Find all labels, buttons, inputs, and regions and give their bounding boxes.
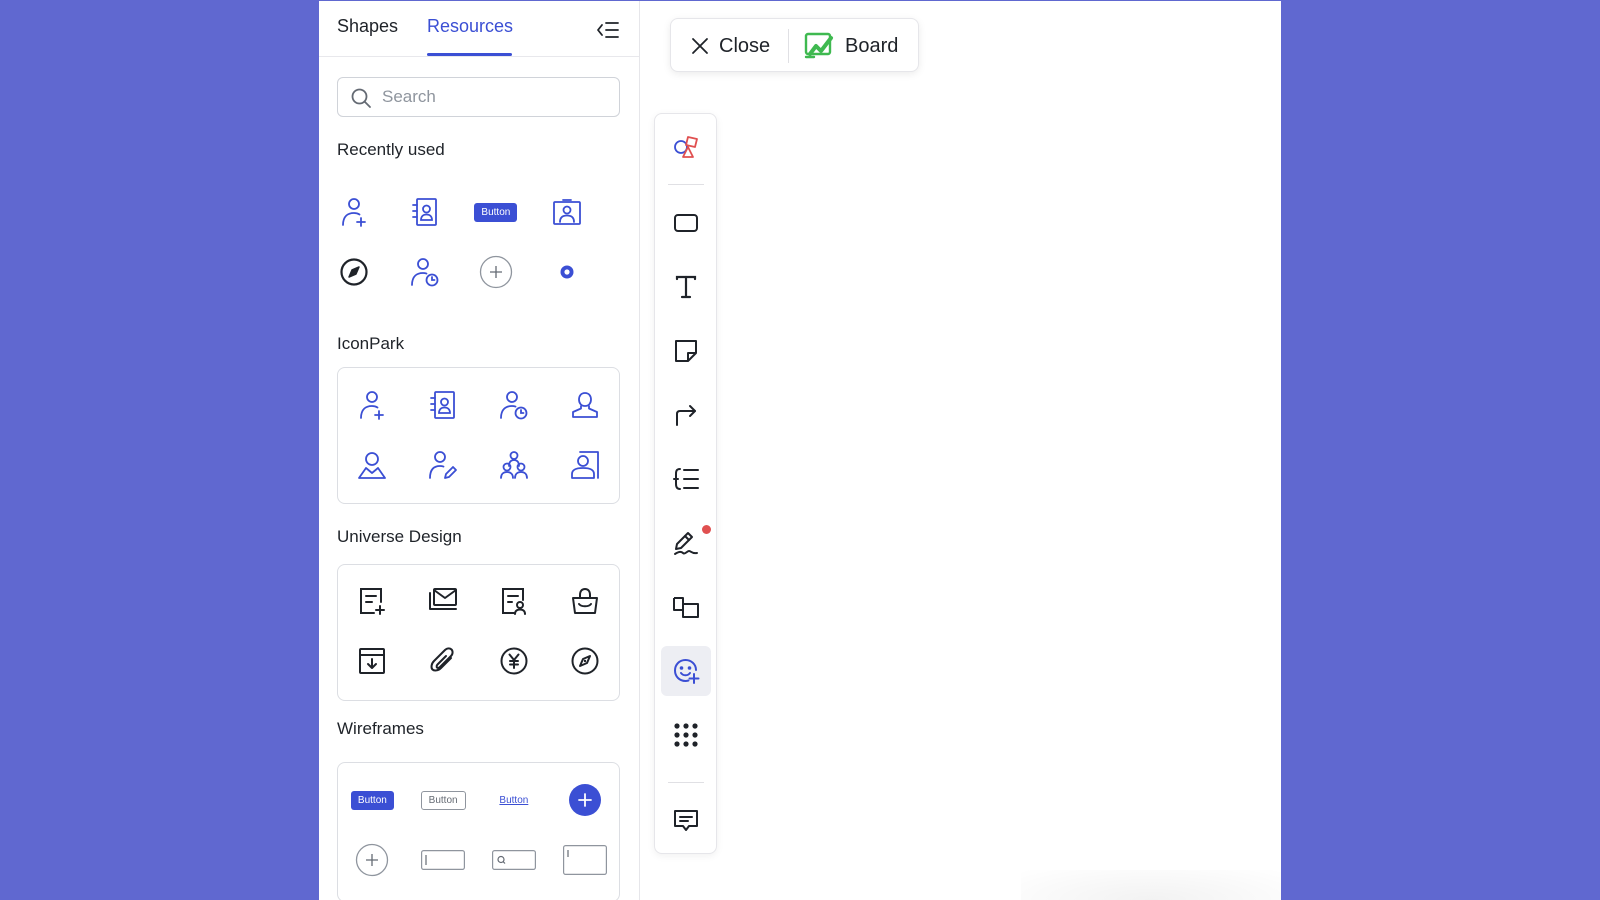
compass-icon[interactable] [319, 253, 390, 291]
button-outline-label: Button [420, 790, 466, 810]
close-label: Close [719, 35, 771, 57]
board-icon [804, 32, 834, 65]
user-add-icon[interactable] [319, 193, 390, 231]
search-input-wireframe[interactable] [479, 841, 550, 879]
user-edit-icon[interactable] [408, 446, 479, 484]
button-outline[interactable]: Button [408, 781, 479, 819]
section-title-recently-used: Recently used [337, 140, 445, 159]
universe-design-grid [337, 582, 620, 680]
wireframes-card: Button Button Button [337, 762, 620, 900]
whiteboard-window: Shapes Resources Recently used Button [319, 1, 1281, 900]
toolbar-divider [668, 184, 704, 185]
section-title-wireframes: Wireframes [337, 719, 424, 738]
button-link-label: Button [499, 794, 529, 806]
rectangle-icon[interactable] [661, 198, 711, 248]
text-icon[interactable] [661, 262, 711, 312]
section-title-iconpark: IconPark [337, 334, 405, 353]
add-circle-outline[interactable] [337, 841, 408, 879]
tool-bar [654, 113, 717, 854]
doc-add-icon[interactable] [337, 582, 408, 620]
universe-design-card [337, 564, 620, 701]
user-card-icon[interactable] [549, 446, 620, 484]
contact-card-icon[interactable] [408, 386, 479, 424]
search-box [337, 77, 620, 117]
button-filled[interactable]: Button [337, 781, 408, 819]
doc-user-icon[interactable] [479, 582, 550, 620]
tab-resources[interactable]: Resources [427, 16, 513, 37]
button-filled-label: Button [350, 790, 394, 810]
radio-dot-icon[interactable] [531, 253, 602, 291]
user-add-icon[interactable] [337, 386, 408, 424]
section-title-universe-design: Universe Design [337, 527, 462, 546]
search-icon [350, 87, 372, 109]
shapes-icon[interactable] [661, 122, 711, 172]
yen-coin-icon[interactable] [479, 642, 550, 680]
mail-box-icon[interactable] [408, 582, 479, 620]
iconpark-card [337, 367, 620, 504]
close-icon [691, 37, 709, 60]
mindmap-icon[interactable] [661, 454, 711, 504]
user-clock-icon[interactable] [390, 253, 461, 291]
comment-icon[interactable] [661, 796, 711, 846]
connector-icon[interactable] [661, 390, 711, 440]
close-button[interactable]: Close [671, 19, 788, 73]
tab-shapes[interactable]: Shapes [337, 16, 398, 37]
button-preview-label: Button [474, 202, 518, 222]
textarea-input[interactable] [549, 841, 620, 879]
more-apps-icon[interactable] [661, 710, 711, 760]
resources-icon[interactable] [661, 646, 711, 696]
user-bust-icon[interactable] [549, 386, 620, 424]
shopping-bag-icon[interactable] [549, 582, 620, 620]
recently-used-grid: Button [319, 193, 602, 291]
wireframes-grid: Button Button Button [337, 781, 620, 879]
compass-icon[interactable] [549, 642, 620, 680]
search-input[interactable] [382, 78, 612, 116]
frame-icon[interactable] [661, 582, 711, 632]
button-component[interactable]: Button [461, 193, 532, 231]
board-label: Board [845, 35, 899, 57]
board-button[interactable]: Board [789, 19, 919, 73]
iconpark-grid [337, 386, 620, 484]
paperclip-icon[interactable] [408, 642, 479, 680]
pen-notification-dot [702, 525, 711, 534]
panel-tabs: Shapes Resources [319, 1, 639, 57]
active-tab-indicator [427, 53, 512, 56]
contact-card-icon[interactable] [390, 193, 461, 231]
text-input[interactable] [408, 841, 479, 879]
toolbar-divider [668, 782, 704, 783]
canvas-shadow [1021, 870, 1281, 900]
user-avatar-icon[interactable] [337, 446, 408, 484]
collapse-panel-icon[interactable] [595, 17, 621, 43]
add-circle-icon[interactable] [461, 253, 532, 291]
sticky-note-icon[interactable] [661, 326, 711, 376]
user-clock-icon[interactable] [479, 386, 550, 424]
team-icon[interactable] [479, 446, 550, 484]
archive-download-icon[interactable] [337, 642, 408, 680]
top-bar: Close Board [670, 18, 919, 72]
fab-add[interactable] [549, 781, 620, 819]
id-badge-icon[interactable] [531, 193, 602, 231]
resource-panel: Shapes Resources Recently used Button [319, 1, 640, 900]
button-link[interactable]: Button [479, 781, 550, 819]
